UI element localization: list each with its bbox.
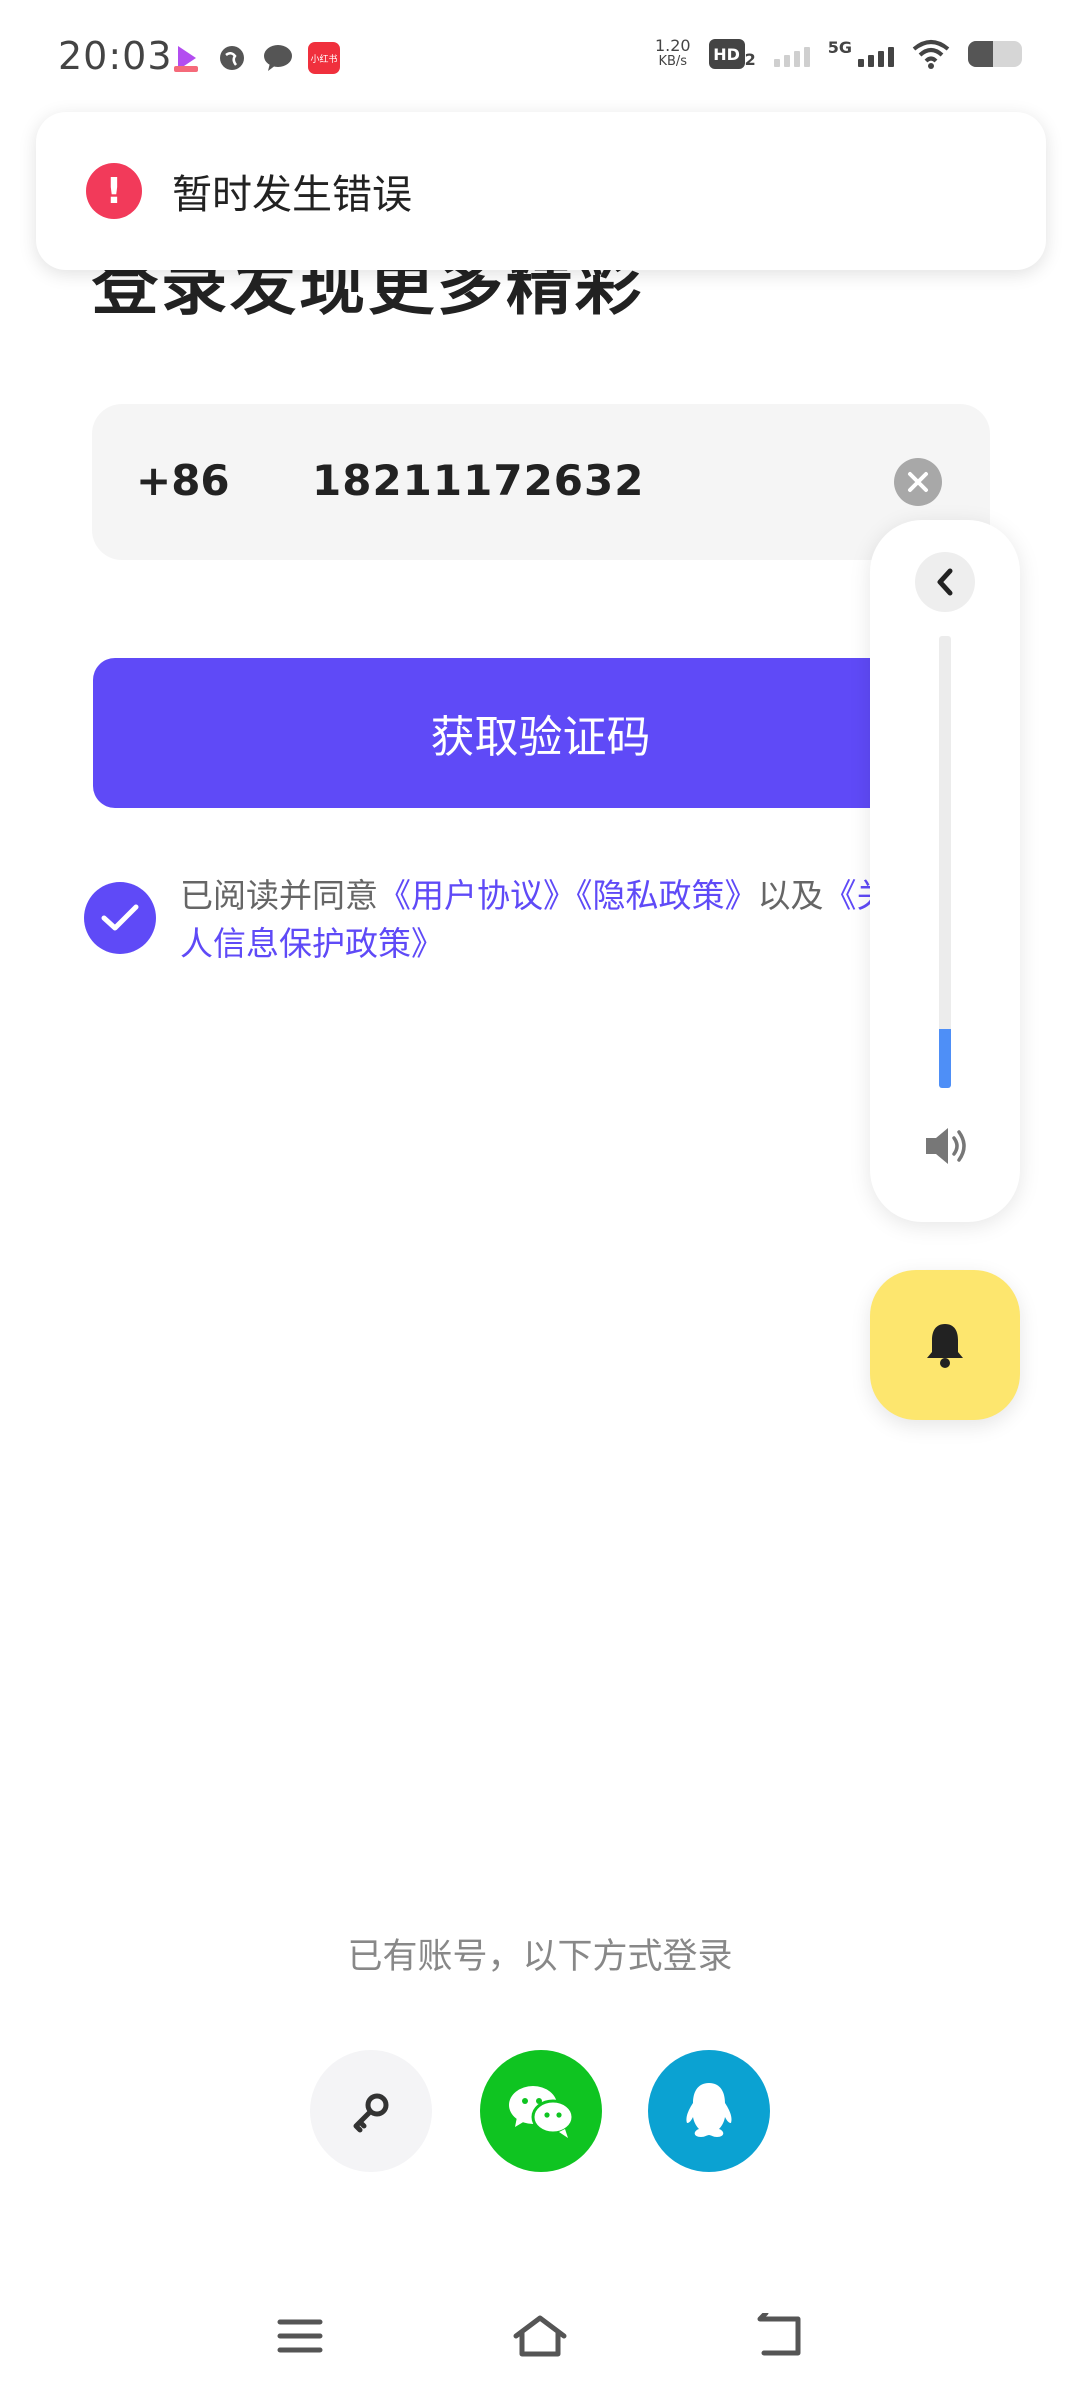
nav-back-button[interactable] xyxy=(748,2308,812,2364)
phone-input-field[interactable]: +86 18211172632 xyxy=(92,404,990,560)
error-toast: ! 暂时发生错误 xyxy=(36,112,1046,270)
key-icon xyxy=(353,2093,389,2133)
close-icon xyxy=(908,472,928,492)
hd-indicator: HD 2 xyxy=(708,39,756,69)
phone-number-input[interactable]: 18211172632 xyxy=(312,456,644,505)
back-icon xyxy=(757,2313,801,2356)
status-time: 20:03 xyxy=(58,34,173,78)
volume-panel xyxy=(870,520,1020,1222)
wechat-icon xyxy=(509,2086,575,2138)
notification-bell-button[interactable] xyxy=(870,1270,1020,1420)
agreement-checkbox[interactable] xyxy=(84,882,156,954)
net-speed-unit: KB/s xyxy=(658,54,688,69)
xiaohongshu-icon-text: 小红书 xyxy=(310,54,338,65)
notification-icons: 小红书 xyxy=(170,42,340,74)
check-icon xyxy=(101,904,139,931)
battery-icon xyxy=(968,41,1022,67)
message-app-icon xyxy=(262,42,294,74)
volume-slider[interactable] xyxy=(939,636,951,1088)
toast-message: 暂时发生错误 xyxy=(172,172,412,218)
hd-icon: HD xyxy=(708,39,745,69)
agreement-prefix: 已阅读并同意 xyxy=(180,876,378,915)
volume-collapse-button[interactable] xyxy=(915,552,975,612)
sim2-signal-icon xyxy=(858,41,894,67)
chevron-left-icon xyxy=(937,568,953,596)
agreement-text: 已阅读并同意《用户协议》《隐私政策》以及《关于个人信息保护政策》 xyxy=(180,872,980,968)
error-icon: ! xyxy=(86,163,142,219)
bell-icon xyxy=(927,1324,963,1368)
net-speed: 1.20 KB/s xyxy=(655,38,691,70)
menu-icon xyxy=(277,2319,323,2353)
user-agreement-link[interactable]: 《用户协议》 xyxy=(378,876,576,915)
video-app-icon xyxy=(170,42,202,74)
password-login-button[interactable] xyxy=(310,2050,432,2172)
nav-home-button[interactable] xyxy=(508,2308,572,2364)
wechat-login-button[interactable] xyxy=(480,2050,602,2172)
nav-menu-button[interactable] xyxy=(268,2308,332,2364)
hd-sub: 2 xyxy=(744,50,756,69)
status-bar: 20:03 小红书 1.20 KB/s HD 2 5G xyxy=(0,0,1080,110)
home-icon xyxy=(513,2315,567,2357)
volume-slider-fill xyxy=(939,1029,951,1088)
network-type: 5G xyxy=(827,37,852,57)
qq-login-button[interactable] xyxy=(648,2050,770,2172)
sim1-signal-icon xyxy=(773,41,810,67)
wifi-icon xyxy=(912,40,950,69)
agreement-conjunction: 以及 xyxy=(757,876,824,915)
clear-input-button[interactable] xyxy=(894,458,942,506)
privacy-policy-link[interactable]: 《隐私政策》 xyxy=(576,876,758,915)
qq-icon xyxy=(686,2083,732,2137)
net-speed-value: 1.20 xyxy=(654,36,691,55)
alt-login-label: 已有账号，以下方式登录 xyxy=(347,1937,733,1977)
country-code-selector[interactable]: +86 xyxy=(136,456,230,505)
status-indicators: 1.20 KB/s HD 2 5G xyxy=(655,38,1022,70)
xiaohongshu-app-icon: 小红书 xyxy=(308,42,340,74)
system-nav-bar xyxy=(0,2290,1080,2388)
get-verification-code-button[interactable]: 获取验证码 xyxy=(93,658,988,808)
speaker-icon[interactable] xyxy=(920,1120,972,1172)
browser-app-icon xyxy=(216,42,248,74)
